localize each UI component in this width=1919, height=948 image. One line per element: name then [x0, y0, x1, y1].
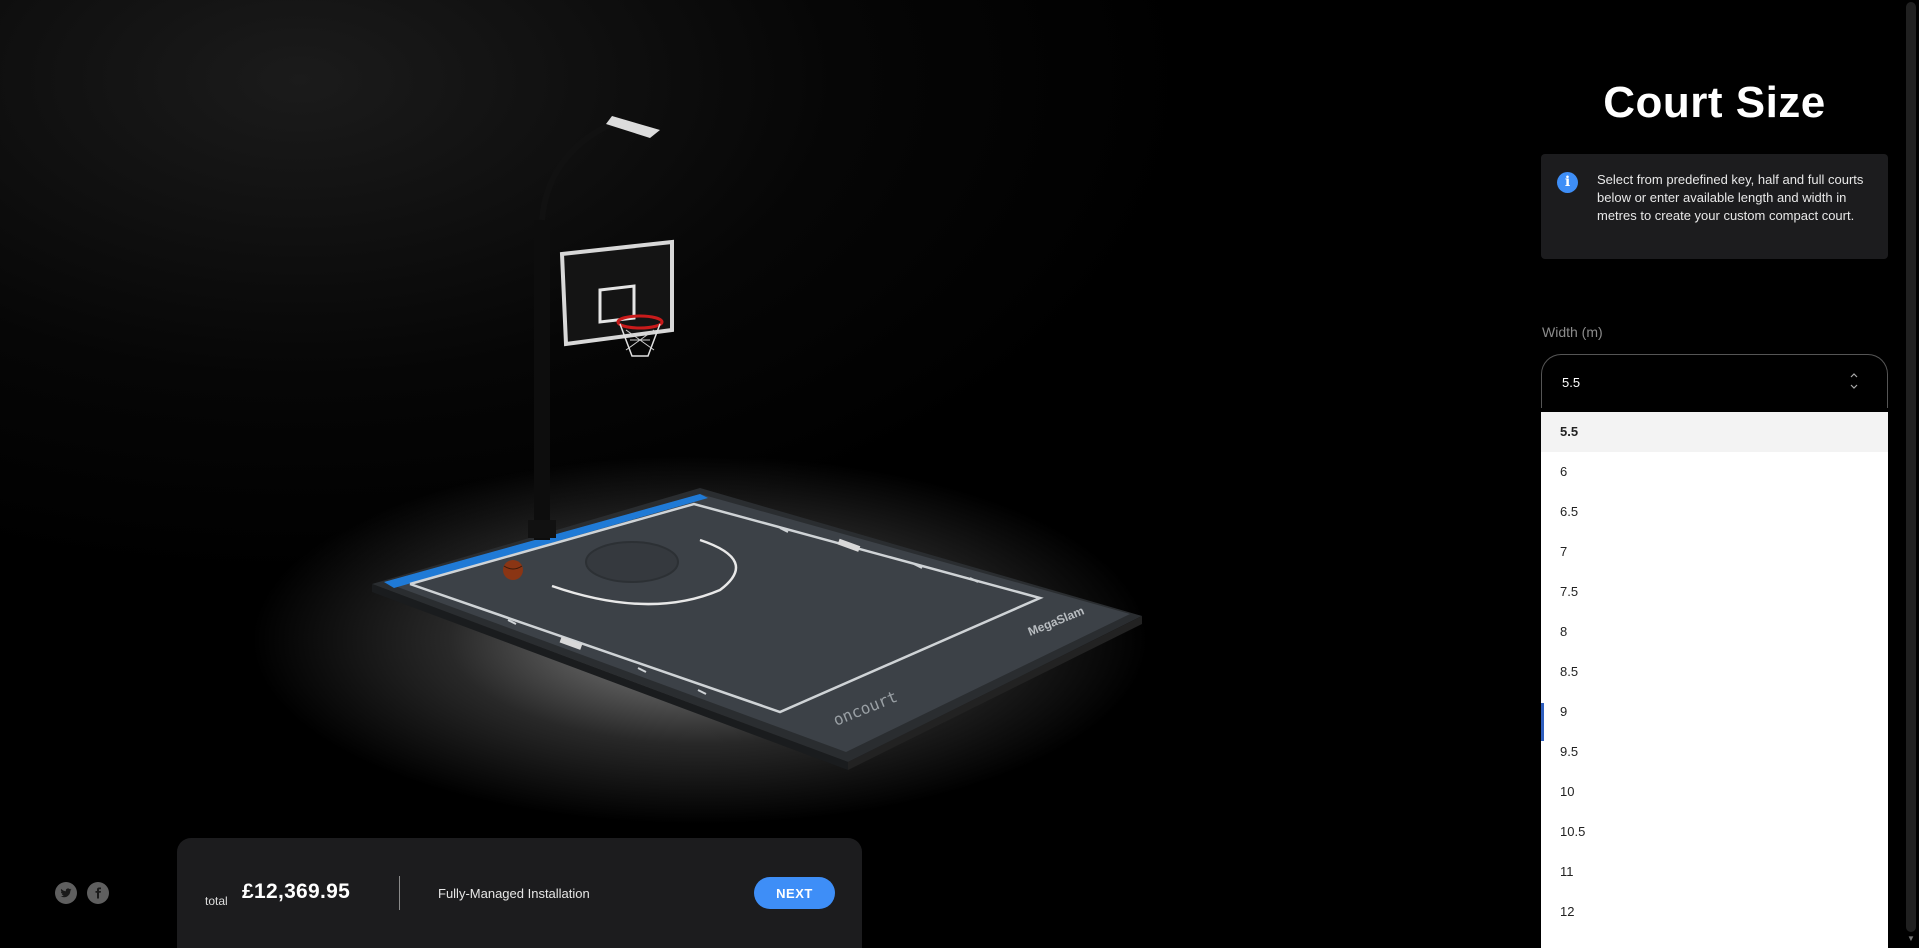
- info-box: i Select from predefined key, half and f…: [1541, 154, 1888, 259]
- court-surface: [384, 494, 1130, 752]
- twitter-icon[interactable]: [55, 882, 77, 904]
- facebook-icon[interactable]: [87, 882, 109, 904]
- divider: [399, 876, 400, 910]
- width-option[interactable]: 11: [1541, 852, 1888, 892]
- width-option[interactable]: 10: [1541, 772, 1888, 812]
- width-option[interactable]: 8: [1541, 612, 1888, 652]
- price-bar: total £12,369.95 Fully-Managed Installat…: [177, 838, 862, 948]
- focus-indicator: [1541, 703, 1544, 741]
- width-option[interactable]: 9: [1541, 692, 1888, 732]
- court-3d-viewport[interactable]: oncourt MegaSlam total £12,369.95 Fully-…: [0, 0, 1527, 948]
- width-option[interactable]: 5.5: [1541, 412, 1888, 452]
- court-render: oncourt MegaSlam: [372, 116, 1142, 770]
- court-center-logo: [585, 541, 679, 583]
- page-scrollbar[interactable]: ▼: [1903, 0, 1919, 948]
- width-option[interactable]: 10.5: [1541, 812, 1888, 852]
- info-icon: i: [1557, 172, 1578, 193]
- hoop-pole: [534, 220, 550, 540]
- width-select-value: 5.5: [1562, 375, 1581, 390]
- width-option[interactable]: 9.5: [1541, 732, 1888, 772]
- info-text: Select from predefined key, half and ful…: [1597, 172, 1864, 223]
- scroll-down-icon[interactable]: ▼: [1907, 934, 1915, 943]
- width-option[interactable]: 6.5: [1541, 492, 1888, 532]
- width-select[interactable]: 5.5: [1541, 354, 1888, 408]
- page-title: Court Size: [1603, 78, 1826, 127]
- next-button[interactable]: NEXT: [754, 877, 835, 909]
- total-label: total: [205, 894, 228, 908]
- court-light: [606, 116, 660, 138]
- width-option[interactable]: 7.5: [1541, 572, 1888, 612]
- width-option[interactable]: 7: [1541, 532, 1888, 572]
- width-option[interactable]: 6: [1541, 452, 1888, 492]
- width-option[interactable]: 12: [1541, 892, 1888, 932]
- width-option[interactable]: 8.5: [1541, 652, 1888, 692]
- select-arrows-icon: [1850, 373, 1858, 389]
- total-price: £12,369.95: [242, 880, 351, 903]
- backboard: [559, 239, 674, 347]
- scrollbar-thumb[interactable]: [1906, 2, 1916, 932]
- basketball: [503, 560, 523, 580]
- court-size-panel: Court Size i Select from predefined key,…: [1527, 0, 1919, 948]
- installation-option: Fully-Managed Installation: [438, 886, 590, 901]
- width-dropdown-list[interactable]: 5.5 6 6.5 7 7.5 8 8.5 9 9.5 10 10.5 11 12: [1541, 412, 1888, 948]
- width-label: Width (m): [1542, 324, 1603, 340]
